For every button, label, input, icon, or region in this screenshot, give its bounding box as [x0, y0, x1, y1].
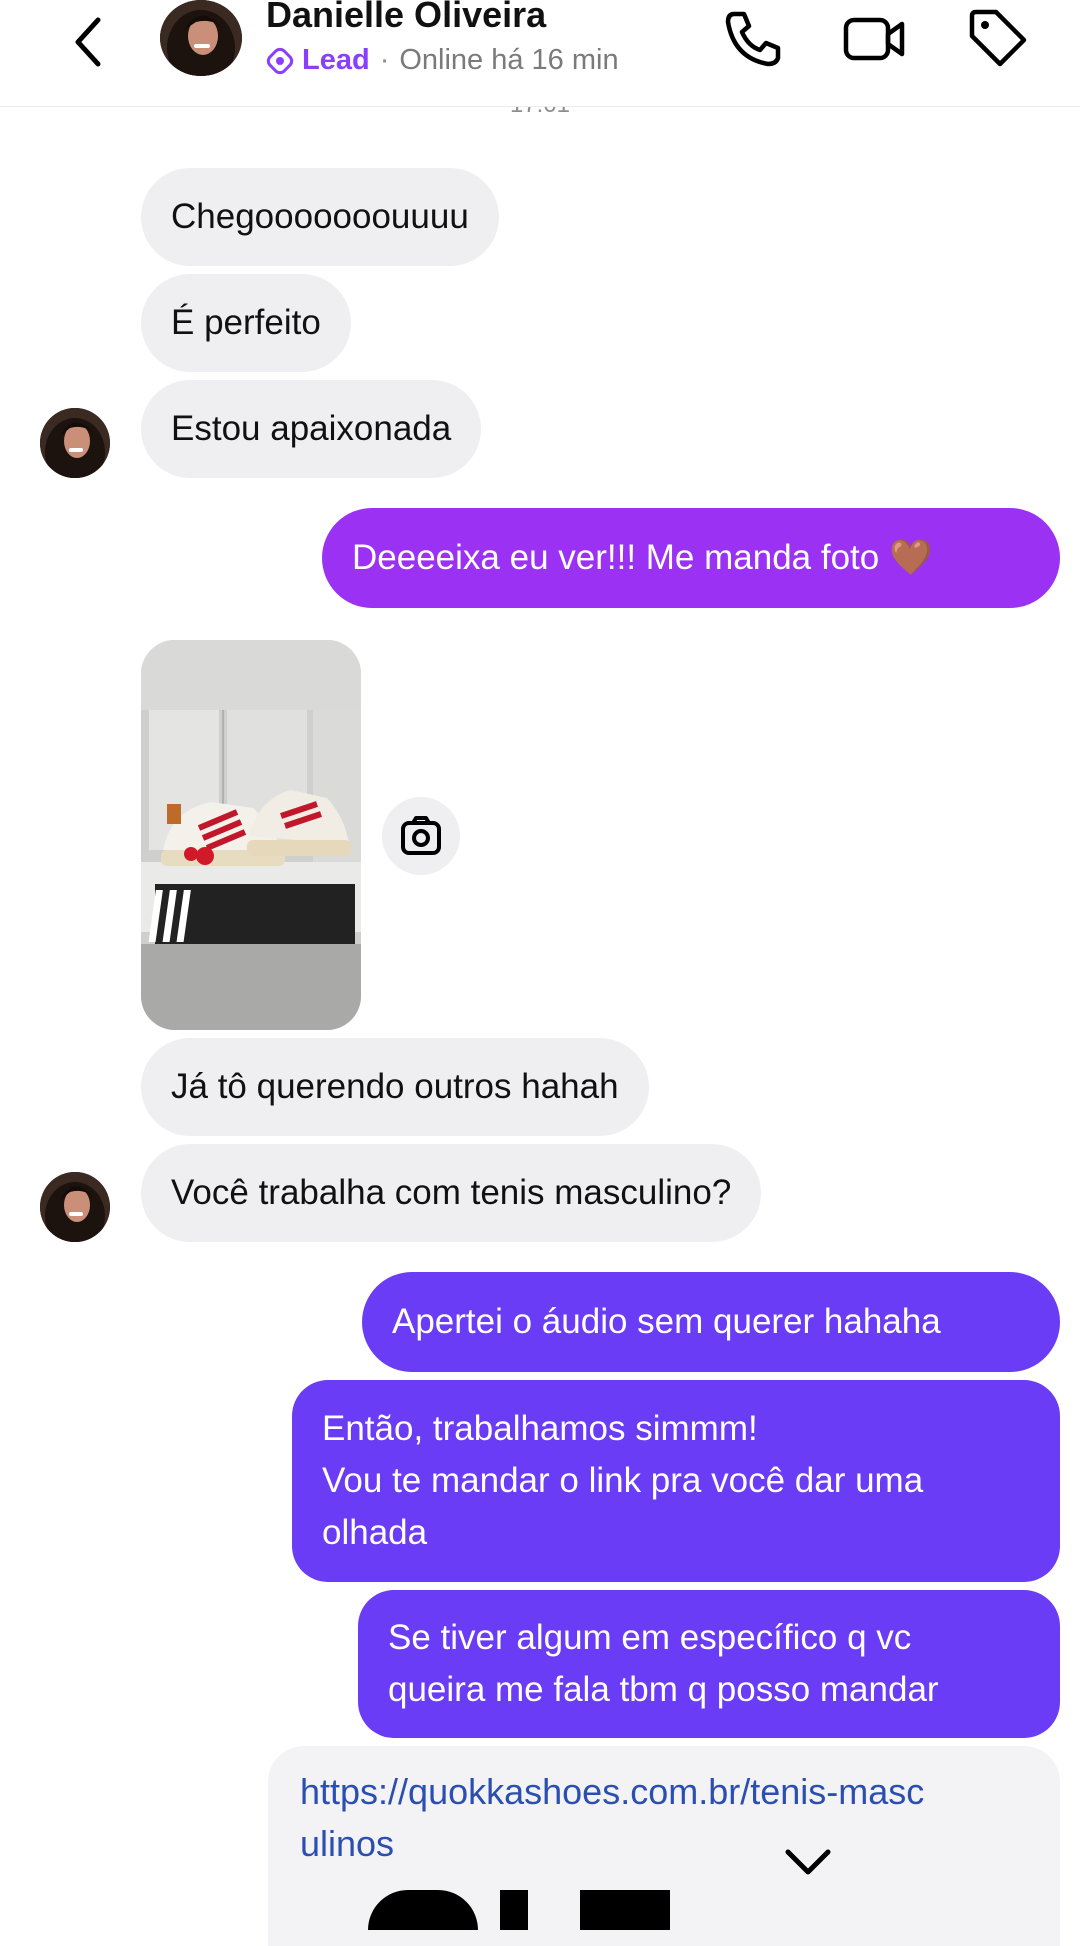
- partial-image: [580, 1890, 670, 1930]
- message-line: Vou te mandar o link pra você dar uma ol…: [322, 1461, 924, 1552]
- message-line: queira me fala tbm q posso mandar: [388, 1670, 939, 1709]
- sent-message[interactable]: Deeeeixa eu ver!!! Me manda foto 🤎: [322, 508, 1060, 608]
- received-message[interactable]: É perfeito: [141, 274, 351, 372]
- video-call-button[interactable]: [842, 6, 908, 72]
- message-line: Então, trabalhamos simmm!: [322, 1409, 758, 1448]
- partial-image: [500, 1890, 528, 1930]
- camera-icon: [401, 816, 441, 855]
- contact-name: Danielle Oliveira: [266, 0, 547, 35]
- shared-link[interactable]: https://quokkashoes.com.br/tenis-masculi…: [300, 1766, 940, 1870]
- chat-header: Danielle Oliveira Lead · Online há 16 mi…: [0, 0, 1080, 107]
- shared-photo[interactable]: [141, 640, 361, 1030]
- contact-avatar[interactable]: [160, 0, 242, 76]
- lead-icon: [266, 47, 294, 74]
- back-button[interactable]: [62, 8, 118, 68]
- online-status: Online há 16 min: [399, 44, 619, 76]
- contact-avatar-small[interactable]: [40, 1172, 110, 1242]
- phone-icon: [725, 11, 781, 67]
- call-button[interactable]: [720, 6, 786, 72]
- tag-icon: [969, 9, 1027, 67]
- chevron-down-icon[interactable]: [778, 1842, 838, 1882]
- received-message[interactable]: Já tô querendo outros hahah: [141, 1038, 649, 1136]
- lead-badge: Lead: [302, 44, 370, 76]
- received-message[interactable]: Estou apaixonada: [141, 380, 482, 478]
- received-message[interactable]: Chegooooooouuuu: [141, 168, 499, 266]
- received-message[interactable]: Você trabalha com tenis masculino?: [141, 1144, 762, 1242]
- contact-avatar-small[interactable]: [40, 408, 110, 478]
- message-line: Se tiver algum em específico q vc: [388, 1618, 912, 1657]
- sent-message[interactable]: Se tiver algum em específico q vc queira…: [358, 1590, 1060, 1738]
- video-camera-icon: [843, 17, 905, 61]
- sent-message[interactable]: Apertei o áudio sem querer hahaha: [362, 1272, 1060, 1372]
- sent-message[interactable]: Então, trabalhamos simmm! Vou te mandar …: [292, 1380, 1060, 1582]
- status-separator: ·: [379, 44, 390, 76]
- view-photo-button[interactable]: [382, 797, 460, 875]
- chevron-left-icon: [75, 17, 101, 67]
- contact-status: Lead · Online há 16 min: [266, 44, 619, 77]
- tag-button[interactable]: [964, 6, 1030, 72]
